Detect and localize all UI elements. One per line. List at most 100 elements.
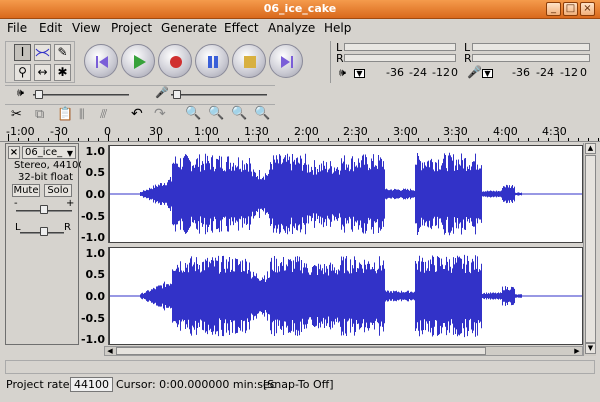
speaker-icon[interactable]: 🕪 [339, 66, 346, 80]
ruler-tick [538, 138, 539, 141]
record-button[interactable] [158, 44, 192, 78]
paste-icon[interactable]: 📋 [57, 107, 73, 122]
output-meter-dropdown-icon[interactable]: ▼ [354, 69, 365, 78]
ruler-tick [488, 138, 489, 141]
selection-tool-icon[interactable]: I [14, 44, 31, 61]
waveform-channel-right[interactable] [109, 247, 583, 345]
fit-project-icon[interactable]: 🔍 [254, 106, 270, 121]
maximize-button[interactable]: □ [563, 2, 578, 16]
zoom-tool-icon[interactable]: ⚲ [14, 64, 31, 81]
minimize-button[interactable]: _ [546, 2, 561, 16]
gain-plus-label: + [66, 198, 75, 209]
ruler-label: 3:00 [393, 125, 418, 138]
ruler-tick [588, 138, 589, 141]
input-meter-scale-12: -12 [560, 66, 578, 79]
status-bar: Project rate: 44100 Cursor: 0:00.000000 … [0, 376, 600, 394]
ruler-tick [438, 138, 439, 141]
silence-icon[interactable]: ⫻ [100, 107, 107, 122]
redo-icon[interactable]: ↷ [154, 106, 166, 122]
vertical-scroll-thumb[interactable] [585, 155, 596, 343]
menu-analyze[interactable]: Analyze [268, 21, 315, 35]
window-title: 06_ice_cake [263, 2, 337, 15]
ruler-tick [178, 138, 179, 141]
close-window-button[interactable]: × [580, 2, 595, 16]
menu-view[interactable]: View [72, 21, 100, 35]
ruler-tick [28, 138, 29, 141]
menu-effect[interactable]: Effect [224, 21, 259, 35]
toolbar-separator [330, 41, 331, 83]
zoom-in-icon[interactable]: 🔍 [185, 106, 201, 121]
undo-icon[interactable]: ↶ [131, 106, 143, 122]
copy-icon[interactable]: ⧉ [35, 107, 44, 122]
pause-icon [208, 56, 218, 68]
scale-label: -1.0 [80, 231, 105, 244]
menu-file[interactable]: File [7, 21, 27, 35]
trim-icon[interactable]: ⫼ [79, 107, 85, 122]
solo-button[interactable]: Solo [44, 184, 72, 197]
multi-tool-icon[interactable]: ✱ [54, 64, 71, 81]
input-meter-right-bar [472, 54, 590, 62]
horizontal-scrollbar[interactable]: ◀ ▶ [104, 346, 583, 356]
draw-tool-icon[interactable]: ✎ [54, 44, 71, 61]
pan-right-label: R [64, 222, 71, 233]
skip-to-end-button[interactable] [269, 44, 303, 78]
input-meter-scale-24: -24 [536, 66, 554, 79]
scroll-right-icon[interactable]: ▶ [572, 347, 582, 355]
output-volume-slider-track [33, 94, 129, 96]
skip-start-icon [96, 56, 108, 68]
fit-selection-icon[interactable]: 🔍 [231, 106, 247, 121]
cut-icon[interactable]: ✂ [11, 107, 22, 122]
pause-button[interactable] [195, 44, 229, 78]
scale-label: 0.0 [85, 290, 106, 303]
zoom-out-icon[interactable]: 🔍 [208, 106, 224, 121]
scroll-left-icon[interactable]: ◀ [105, 347, 115, 355]
mixer-toolbar: 🕪 🎤 [5, 85, 275, 102]
scale-label: -1.0 [80, 333, 105, 346]
input-meter-dropdown-icon[interactable]: ▼ [482, 69, 493, 78]
input-volume-slider[interactable] [173, 90, 181, 99]
timeshift-tool-icon[interactable]: ↔ [34, 64, 51, 81]
pan-slider[interactable] [40, 227, 48, 236]
skip-to-start-button[interactable] [84, 44, 118, 78]
ruler-tick [188, 138, 189, 141]
scroll-up-icon[interactable]: ▲ [585, 143, 596, 154]
output-volume-slider[interactable] [35, 90, 43, 99]
scroll-down-icon[interactable]: ▼ [585, 343, 596, 354]
ruler-tick [448, 138, 449, 141]
track-close-button[interactable]: × [8, 146, 20, 159]
ruler-tick [158, 134, 159, 141]
ruler-tick [8, 134, 9, 141]
menu-project[interactable]: Project [111, 21, 152, 35]
menu-edit[interactable]: Edit [39, 21, 62, 35]
ruler-label: 2:30 [343, 125, 368, 138]
edit-toolbar: ✂ ⧉ 📋 ⫼ ⫻ ↶ ↷ 🔍 🔍 🔍 🔍 [5, 104, 275, 124]
project-rate-input[interactable]: 44100 [70, 377, 113, 392]
input-meter-toolbar: L R 🎤 ▼ -36 -24 -12 0 [462, 41, 594, 83]
ruler-tick [338, 138, 339, 141]
ruler-tick [238, 138, 239, 141]
menu-generate[interactable]: Generate [161, 21, 217, 35]
track-control-panel[interactable]: × 06_ice_ ▼ Stereo, 44100Hz 32-bit float … [5, 143, 98, 345]
ruler-tick [78, 138, 79, 141]
vertical-scrollbar[interactable]: ▲ ▼ [583, 143, 596, 356]
timeline-ruler[interactable]: -1:00 -30 0 30 1:00 1:30 2:00 2:30 3:00 … [0, 125, 600, 142]
ruler-tick [598, 138, 599, 141]
microphone-icon[interactable]: 🎤 [467, 65, 482, 79]
ruler-tick [208, 134, 209, 141]
gain-slider[interactable] [40, 205, 48, 214]
project-rate-label: Project rate: [6, 378, 74, 391]
envelope-tool-icon[interactable] [34, 44, 51, 61]
waveform-channel-left[interactable] [109, 145, 583, 243]
menu-help[interactable]: Help [324, 21, 351, 35]
ruler-tick [378, 138, 379, 141]
waveform-right-svg [110, 254, 582, 338]
mute-button[interactable]: Mute [12, 184, 40, 197]
stop-button[interactable] [232, 44, 266, 78]
ruler-tick [478, 138, 479, 141]
track-name-menu[interactable]: 06_ice_ ▼ [22, 146, 76, 159]
ruler-tick [258, 134, 259, 141]
ruler-tick [428, 138, 429, 141]
horizontal-scroll-thumb[interactable] [116, 347, 486, 355]
play-button[interactable] [121, 44, 155, 78]
ruler-tick [58, 134, 59, 141]
